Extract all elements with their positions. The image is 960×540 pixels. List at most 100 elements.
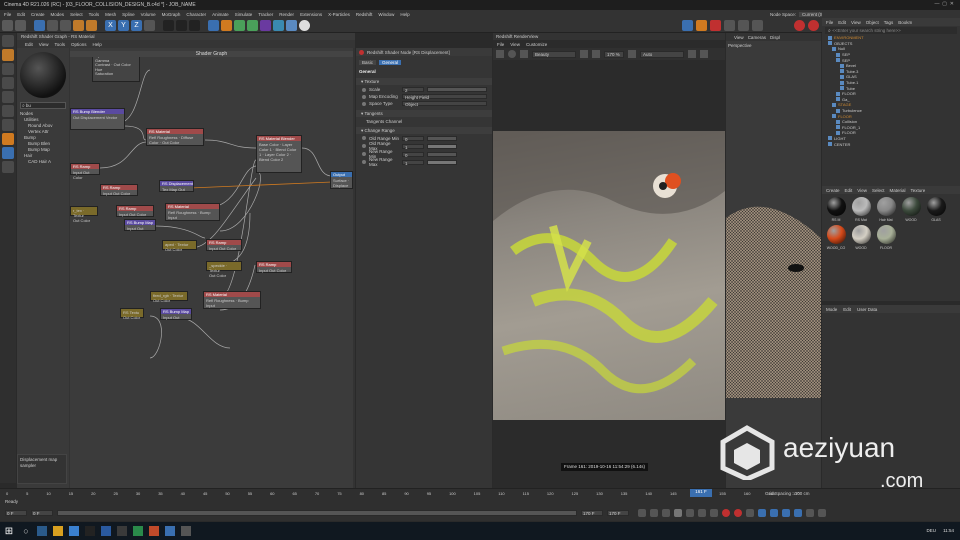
node-ramp[interactable]: RS Ramp Input Out Color (116, 205, 154, 217)
autokey-icon[interactable] (734, 509, 742, 517)
render-settings-icon[interactable] (189, 19, 200, 31)
coord-system-icon[interactable] (144, 19, 155, 31)
move-key-icon[interactable] (758, 509, 766, 517)
floor-icon[interactable] (273, 19, 284, 31)
new-max-field[interactable]: 1 (402, 159, 424, 166)
am-menu-item-user-data[interactable]: User Data (857, 307, 877, 312)
map-encoding-dropdown[interactable]: Height Field (402, 94, 487, 100)
menu-item-animate[interactable]: Animate (212, 12, 229, 17)
menu-item-help[interactable]: Help (400, 12, 409, 17)
om-menu-item-bookm[interactable]: Bookm (898, 20, 912, 25)
timeline-ruler[interactable]: 0 5 10 15 20 25 30 35 40 45 50 55 60 65 70 75 80 85 90 95 10… (0, 489, 800, 497)
param-key-icon[interactable] (794, 509, 802, 517)
material-swatch[interactable]: RS M (825, 197, 847, 222)
node-texture[interactable]: RS Textu Out Color (120, 308, 144, 320)
redo-icon[interactable] (15, 19, 26, 31)
vp-menu-item-displ[interactable]: Displ (770, 35, 780, 40)
rv-menu-item-file[interactable]: File (497, 42, 504, 47)
snapshot-icon[interactable] (580, 50, 588, 58)
play-icon[interactable] (508, 50, 516, 58)
menu-item-mesh[interactable]: Mesh (105, 12, 116, 17)
new-min-slider[interactable] (427, 151, 457, 157)
node-bump-map-2[interactable]: RS Bump Map Input Out (160, 308, 192, 320)
x-axis-icon[interactable]: X (105, 19, 116, 31)
material-swatch[interactable]: WOOD (900, 197, 922, 222)
old-max-slider[interactable] (427, 143, 457, 149)
fit-icon[interactable] (628, 50, 636, 58)
menu-item-window[interactable]: Window (378, 12, 394, 17)
rv-menu-item-view[interactable]: View (510, 42, 520, 47)
node-texture[interactable]: _speckle · Textur Out Color (206, 261, 242, 278)
node-displacement[interactable]: RS Displacement Tex Map Out (159, 180, 194, 192)
menu-item-volume[interactable]: Volume (141, 12, 156, 17)
light-icon[interactable] (299, 19, 310, 31)
node-texture[interactable]: fired_rgb · Textur Out Color (150, 291, 188, 303)
menu-item-mograph[interactable]: MoGraph (162, 12, 181, 17)
menu-item-tools[interactable]: Tools (89, 12, 100, 17)
om-menu-item-object[interactable]: Object (866, 20, 879, 25)
material-swatch[interactable]: GLAS (925, 197, 947, 222)
keyframe-icon[interactable] (362, 101, 366, 106)
y-axis-icon[interactable]: Y (118, 19, 129, 31)
sg-menu-item-options[interactable]: Options (71, 42, 87, 47)
fit-dropdown[interactable]: Auto (640, 50, 684, 58)
timeline-icon[interactable] (818, 509, 826, 517)
menu-item-modes[interactable]: Modes (51, 12, 65, 17)
node-bump-map[interactable]: RS Bump Map Input Out (124, 219, 156, 231)
aov-dropdown[interactable]: Beauty (532, 50, 576, 58)
menu-item-select[interactable]: Select (70, 12, 83, 17)
space-type-dropdown[interactable]: Object (402, 101, 487, 107)
camera-icon[interactable] (286, 19, 297, 31)
node-ramp[interactable]: RS Ramp Input Out Color (100, 184, 138, 196)
mm-menu-item-select[interactable]: Select (872, 188, 885, 193)
app-icon[interactable] (101, 526, 111, 536)
vp-menu-item-cameras[interactable]: Cameras (748, 35, 766, 40)
node-rs-material-2[interactable]: RS Material Refl Roughness · Bump Input (165, 203, 220, 221)
texture-mode-icon[interactable] (2, 63, 14, 75)
menu-item-render[interactable]: Render (279, 12, 294, 17)
scale-field[interactable]: 2 (402, 87, 424, 93)
rs-options-icon[interactable] (738, 20, 749, 31)
sg-menu-item-help[interactable]: Help (92, 42, 101, 47)
lock-icon[interactable] (688, 50, 696, 58)
select-tool-icon[interactable] (34, 19, 45, 31)
edge-icon[interactable] (69, 526, 79, 536)
sg-menu-item-tools[interactable]: Tools (54, 42, 65, 47)
polygons-mode-icon[interactable] (2, 105, 14, 117)
render-icon[interactable] (176, 19, 187, 31)
node-ramp[interactable]: RS Ramp Input Out Color (70, 163, 100, 180)
rv-menu-item-customize[interactable]: Customize (526, 42, 547, 47)
am-menu-item-mode[interactable]: Mode (826, 307, 837, 312)
end-frame-field-2[interactable]: 170 F (607, 510, 629, 516)
new-min-field[interactable]: 0 (402, 151, 424, 158)
texture-group[interactable]: ▾ Texture (356, 78, 492, 85)
scale-tool-icon[interactable] (60, 19, 71, 31)
autokey-icon[interactable] (808, 20, 819, 31)
app-icon[interactable] (181, 526, 191, 536)
start-frame-field[interactable]: 0 F (5, 510, 27, 516)
subdivision-icon[interactable] (234, 19, 245, 31)
keyboard-language[interactable]: DEU (926, 528, 936, 533)
edges-mode-icon[interactable] (2, 91, 14, 103)
prev-key-icon[interactable] (650, 509, 658, 517)
rs-ipr-icon[interactable] (696, 20, 707, 31)
old-min-slider[interactable] (427, 135, 457, 141)
node-ramp[interactable]: RS Ramp Input Out Color (256, 261, 292, 273)
mm-menu-item-material[interactable]: Material (889, 188, 905, 193)
windows-start-icon[interactable]: ⊞ (0, 526, 18, 537)
rs-icon[interactable] (682, 20, 693, 31)
sg-menu-item-view[interactable]: View (39, 42, 49, 47)
node-texture[interactable]: r_tex · Textur Out Color (70, 206, 98, 223)
window-controls[interactable]: — ▢ ✕ (935, 1, 954, 7)
vp-menu-item-view[interactable]: View (734, 35, 744, 40)
lock-icon[interactable] (2, 161, 14, 173)
rotate-tool-icon[interactable] (73, 19, 84, 31)
model-mode-icon[interactable] (2, 49, 14, 61)
make-editable-icon[interactable] (2, 35, 14, 47)
app-icon[interactable] (117, 526, 127, 536)
new-max-slider[interactable] (427, 159, 457, 165)
clock[interactable]: 11:54 (943, 528, 954, 533)
next-frame-icon[interactable] (686, 509, 694, 517)
node-texture[interactable]: aped · Textur Out Color (162, 240, 197, 252)
record-icon[interactable] (794, 20, 805, 31)
